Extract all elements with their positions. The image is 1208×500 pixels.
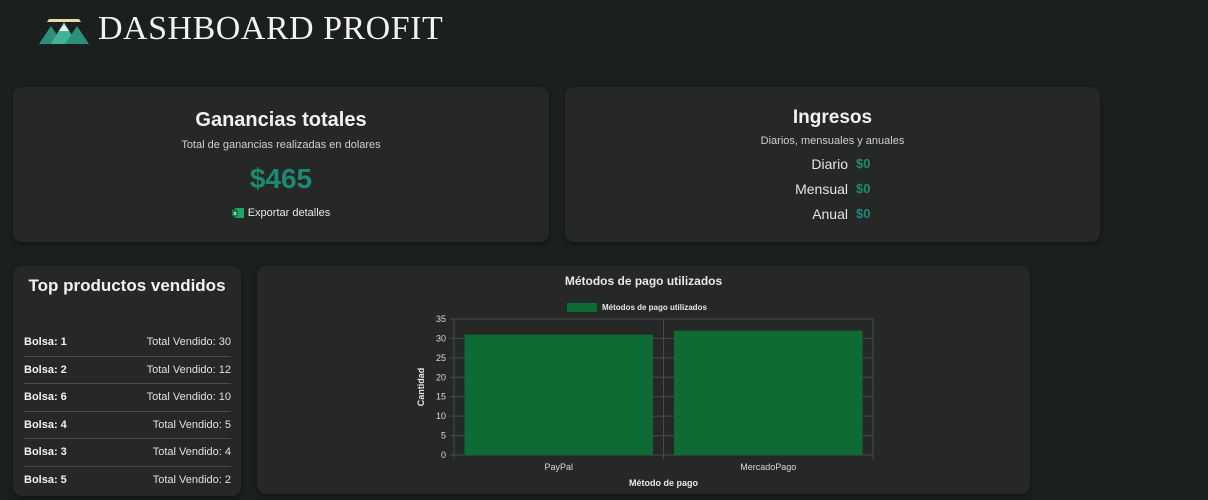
top-products-list: Bolsa: 1 Total Vendido: 30 Bolsa: 2 Total … bbox=[24, 329, 231, 494]
ingresos-title: Ingresos bbox=[792, 107, 873, 128]
ingreso-value: $0 bbox=[856, 181, 871, 196]
bar-chart: 0 5 10 15 20 25 30 35 PayPal MercadoPago Método de… bbox=[416, 314, 874, 488]
y-tick-label: 5 bbox=[441, 431, 446, 441]
ganancias-card: Ganancias totales Total de ganancias rea… bbox=[13, 87, 549, 242]
y-tick-label: 30 bbox=[436, 333, 446, 343]
product-sold: Total Vendido: 4 bbox=[152, 446, 231, 459]
list-item: Bolsa: 2 Total Vendido: 12 bbox=[24, 357, 231, 384]
payment-methods-chart-card: Métodos de pago utilizados Métodos de pa… bbox=[257, 266, 1030, 494]
list-item: Bolsa: 4 Total Vendido: 5 bbox=[24, 412, 231, 439]
y-tick-label: 0 bbox=[441, 450, 446, 460]
list-item: Bolsa: 3 Total Vendido: 4 bbox=[24, 439, 231, 467]
ingreso-label: Diario bbox=[811, 156, 848, 172]
product-name: Bolsa: 5 bbox=[24, 474, 67, 487]
x-tick-label: MercadoPago bbox=[740, 462, 796, 472]
ingreso-value: $0 bbox=[856, 156, 871, 171]
product-name: Bolsa: 1 bbox=[24, 336, 67, 349]
top-products-title: Top productos vendidos bbox=[28, 276, 226, 295]
list-item: Bolsa: 1 Total Vendido: 30 bbox=[24, 329, 231, 357]
total-profit-value: $465 bbox=[249, 163, 313, 194]
list-item: Bolsa: 5 Total Vendido: 2 bbox=[24, 467, 231, 495]
export-details-button[interactable]: x Exportar detalles bbox=[13, 207, 549, 219]
list-item: Bolsa: 6 Total Vendido: 10 bbox=[24, 384, 231, 412]
ganancias-title: Ganancias totales bbox=[195, 109, 367, 131]
x-axis-label: Método de pago bbox=[629, 478, 698, 488]
y-tick-label: 20 bbox=[436, 372, 446, 382]
product-sold: Total Vendido: 10 bbox=[146, 391, 231, 404]
y-tick-label: 10 bbox=[436, 411, 446, 421]
y-axis-label: Cantidad bbox=[416, 368, 426, 407]
ingresos-subtitle: Diarios, mensuales y anuales bbox=[760, 135, 905, 147]
product-sold: Total Vendido: 12 bbox=[146, 363, 231, 376]
y-tick-label: 15 bbox=[436, 392, 446, 402]
ingreso-label: Mensual bbox=[795, 181, 848, 197]
y-tick-label: 25 bbox=[436, 353, 446, 363]
product-sold: Total Vendido: 30 bbox=[146, 336, 231, 349]
bar bbox=[464, 334, 654, 455]
product-name: Bolsa: 4 bbox=[24, 418, 67, 431]
product-name: Bolsa: 3 bbox=[24, 446, 67, 459]
top-products-card: Top productos vendidos Bolsa: 1 Total Ven… bbox=[13, 266, 241, 496]
product-sold: Total Vendido: 5 bbox=[152, 418, 231, 431]
ganancias-subtitle: Total de ganancias realizadas en dolares bbox=[181, 139, 381, 151]
product-name: Bolsa: 6 bbox=[24, 391, 67, 404]
ingreso-value: $0 bbox=[856, 206, 871, 221]
ingresos-card: Ingresos Diarios, mensuales y anuales Di… bbox=[565, 87, 1100, 242]
y-tick-label: 35 bbox=[436, 314, 446, 324]
export-details-label: Exportar detalles bbox=[247, 207, 331, 219]
ingreso-label: Anual bbox=[812, 206, 848, 222]
product-sold: Total Vendido: 2 bbox=[152, 474, 231, 487]
mountain-logo-icon bbox=[39, 19, 89, 44]
x-tick-label: PayPal bbox=[544, 462, 573, 472]
excel-icon: x bbox=[231, 208, 244, 218]
app-title: DASHBOARD PROFIT bbox=[98, 10, 444, 47]
bar bbox=[673, 330, 863, 455]
product-name: Bolsa: 2 bbox=[24, 363, 67, 376]
